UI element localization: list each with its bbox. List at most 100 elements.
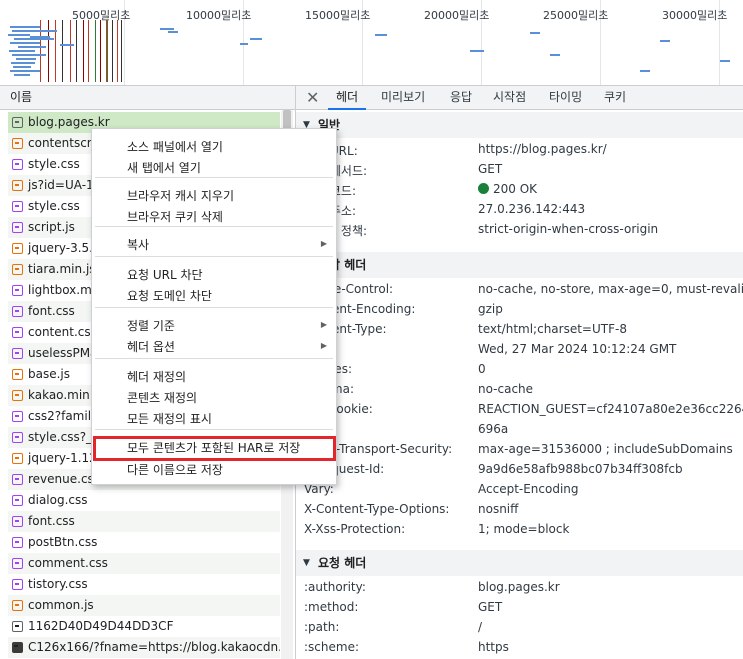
script-file-icon: [12, 390, 23, 401]
timeline-bar: [720, 60, 730, 62]
tab-cookies[interactable]: 쿠키: [596, 86, 634, 110]
request-row[interactable]: dialog.css: [8, 490, 280, 511]
timeline-bar: [168, 31, 178, 33]
timeline-bar: [250, 38, 262, 40]
script-file-icon: [12, 180, 23, 191]
font-file-icon: [12, 621, 23, 632]
header-value: blog.pages.kr: [478, 580, 560, 594]
timeline-marker: [76, 20, 77, 82]
header-value: /: [478, 620, 483, 634]
request-row[interactable]: comment.css: [8, 553, 280, 574]
header-value: REACTION_GUEST=cf24107a80e2e36cc22641f62…: [478, 402, 743, 416]
request-headers-section-header[interactable]: ▼ 요청 헤더: [296, 550, 743, 576]
context-menu-item[interactable]: 헤더 옵션: [127, 338, 175, 355]
context-menu-item[interactable]: 다른 이름으로 저장: [127, 461, 223, 478]
timeline-bar: [10, 70, 40, 72]
request-name: font.css: [28, 304, 75, 318]
header-value: GET: [478, 162, 503, 176]
menu-separator: [95, 429, 333, 430]
request-row[interactable]: postBtn.css: [8, 532, 280, 553]
timeline-marker: [117, 20, 118, 82]
timeline-bar: [11, 62, 35, 64]
header-value: 0: [478, 362, 486, 376]
request-name: base.js: [28, 367, 71, 381]
timeline-bar: [660, 40, 670, 42]
tab-headers[interactable]: 헤더: [328, 86, 367, 110]
request-name: comment.css: [28, 556, 108, 570]
tab-timing[interactable]: 타이밍: [541, 86, 590, 110]
style-file-icon: [12, 579, 23, 590]
request-name: revenue.css: [28, 472, 101, 486]
context-menu-item[interactable]: 요청 도메인 차단: [127, 287, 212, 304]
request-name: common.js: [28, 598, 94, 612]
context-menu-item[interactable]: 콘텐츠 재정의: [127, 389, 197, 406]
header-value: no-cache, no-store, max-age=0, must-reva…: [478, 282, 743, 296]
timeline-bar: [30, 36, 50, 38]
style-file-icon: [12, 516, 23, 527]
request-name: tistory.css: [28, 577, 88, 591]
tab-initiator[interactable]: 시작점: [485, 86, 534, 110]
timeline-tick-label: 25000밀리초: [543, 9, 609, 22]
header-key: X-Content-Type-Options:: [304, 502, 450, 516]
response-headers-section-header[interactable]: ▼응답 헤더: [296, 252, 743, 278]
timeline-bar: [12, 54, 46, 56]
name-column-header[interactable]: 이름: [0, 86, 296, 110]
request-name: content.css: [28, 325, 97, 339]
submenu-arrow-icon: ▶: [320, 341, 327, 350]
timeline-marker: [121, 20, 122, 82]
timeline-marker: [100, 20, 101, 82]
request-row[interactable]: 1162D40D49D44DD3CF: [8, 616, 280, 637]
img-file-icon: [12, 642, 23, 653]
context-menu-item[interactable]: 헤더 재정의: [127, 368, 186, 385]
triangle-down-icon[interactable]: ▼: [303, 550, 310, 576]
context-menu-item[interactable]: 정렬 기준: [127, 317, 175, 334]
header-value: Accept-Encoding: [478, 482, 579, 496]
context-menu-item[interactable]: 브라우저 쿠키 삭제: [127, 208, 223, 225]
header-value: no-cache: [478, 382, 534, 396]
tab-preview[interactable]: 미리보기: [373, 86, 433, 110]
context-menu-item[interactable]: 복사: [127, 236, 149, 253]
script-file-icon: [12, 369, 23, 380]
close-icon[interactable]: ✕: [306, 88, 319, 107]
timeline-bar: [8, 34, 30, 36]
menu-separator: [95, 256, 333, 257]
timeline-bar: [12, 30, 57, 32]
timeline-tick-label: 10000밀리초: [186, 9, 252, 22]
request-row[interactable]: common.js: [8, 595, 280, 616]
menu-separator: [95, 358, 333, 359]
context-menu-item[interactable]: 소스 패널에서 열기: [127, 138, 223, 155]
timeline-overview[interactable]: 5000밀리초 10000밀리초 15000밀리초 20000밀리초 25000…: [0, 0, 743, 86]
style-file-icon: [12, 159, 23, 170]
style-file-icon: [12, 411, 23, 422]
timeline-bar: [375, 34, 387, 36]
request-name: dialog.css: [28, 493, 88, 507]
context-menu-item[interactable]: 새 탭에서 열기: [127, 159, 201, 176]
tab-response[interactable]: 응답: [442, 86, 480, 110]
timeline-marker: [107, 20, 108, 82]
header-value: GET: [478, 600, 503, 614]
header-value: nosniff: [478, 502, 519, 516]
header-value: 200 OK: [478, 182, 537, 196]
request-row[interactable]: font.css: [8, 511, 280, 532]
request-name: style.css: [28, 199, 80, 213]
timeline-bar: [16, 58, 36, 60]
context-menu-item[interactable]: 요청 URL 차단: [127, 266, 203, 283]
timeline-bar: [18, 46, 46, 48]
timeline-tick-label: 15000밀리초: [305, 9, 371, 22]
timeline-marker: [88, 20, 89, 82]
context-menu-item[interactable]: 브라우저 캐시 지우기: [127, 187, 234, 204]
request-name: script.js: [28, 220, 75, 234]
style-file-icon: [12, 327, 23, 338]
header-key: :scheme:: [304, 640, 359, 654]
header-key: :method:: [304, 600, 359, 614]
style-file-icon: [12, 306, 23, 317]
headers-panel: ▼일반요청 URL:https://blog.pages.kr/요청 메서드:G…: [296, 110, 743, 659]
context-menu: 소스 패널에서 열기새 탭에서 열기브라우저 캐시 지우기브라우저 쿠키 삭제복…: [91, 128, 337, 485]
request-row[interactable]: C126x166/?fname=https://blog.kakaocdn.ne…: [8, 637, 280, 658]
context-menu-item[interactable]: 모든 재정의 표시: [127, 410, 212, 427]
request-row[interactable]: tistory.css: [8, 574, 280, 595]
header-value: https://blog.pages.kr/: [478, 142, 607, 156]
status-ok-icon: [478, 183, 489, 194]
general-section-header[interactable]: ▼ 일반: [296, 112, 743, 138]
style-file-icon: [12, 558, 23, 569]
